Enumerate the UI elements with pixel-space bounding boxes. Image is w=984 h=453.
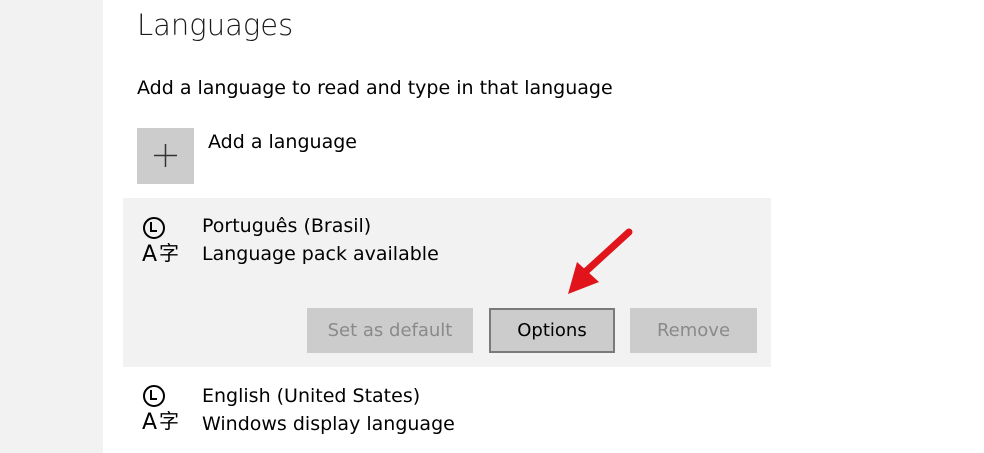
svg-text:字: 字 (159, 409, 179, 433)
set-as-default-button[interactable]: Set as default (307, 308, 473, 353)
language-icon: A 字 (142, 217, 179, 266)
language-status: Language pack available (202, 243, 439, 265)
add-language-button[interactable]: Add a language (137, 128, 377, 184)
options-button[interactable]: Options (489, 308, 615, 353)
language-name: Português (Brasil) (202, 215, 372, 237)
language-item-portuguese[interactable]: A 字 Português (Brasil) Language pack ava… (123, 198, 771, 367)
language-status: Windows display language (202, 413, 455, 435)
add-language-tile[interactable] (137, 128, 194, 184)
red-arrow-icon (568, 228, 633, 294)
language-name: English (United States) (202, 385, 421, 407)
language-item-english[interactable]: A 字 English (United States) Windows disp… (123, 378, 771, 448)
language-icon: A 字 (142, 385, 179, 434)
svg-text:字: 字 (159, 241, 179, 265)
remove-button[interactable]: Remove (630, 308, 757, 353)
svg-text:A: A (142, 410, 157, 434)
page-title: Languages (137, 8, 294, 42)
svg-text:A: A (142, 242, 157, 266)
left-sidebar (0, 0, 103, 453)
section-description: Add a language to read and type in that … (137, 77, 613, 99)
add-language-label: Add a language (208, 131, 357, 153)
plus-icon (154, 144, 177, 167)
